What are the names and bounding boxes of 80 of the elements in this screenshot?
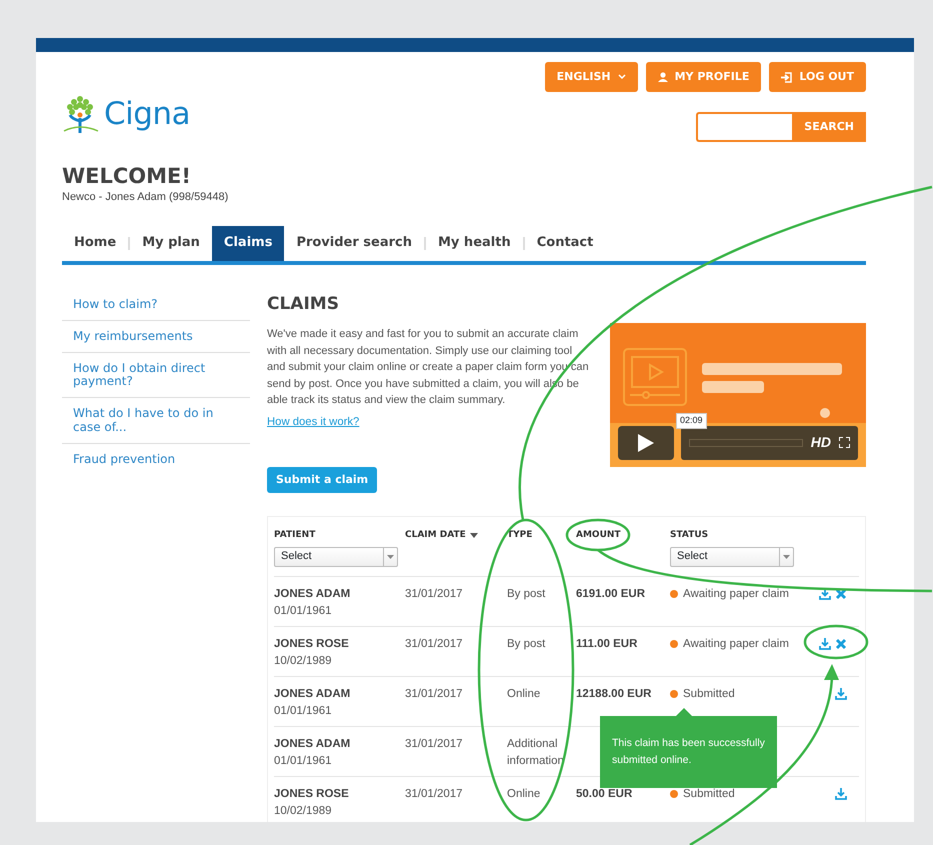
claim-amount: 111.00 EUR <box>576 638 638 650</box>
nav-tab[interactable]: Claims <box>212 226 284 261</box>
download-icon[interactable] <box>835 788 847 800</box>
claim-status: Awaiting paper claim <box>683 587 789 602</box>
column-header: STATUS <box>670 529 708 542</box>
sidebar-link[interactable]: My reimbursements <box>62 320 250 354</box>
nav-tab[interactable]: Contact <box>524 226 606 261</box>
status-dot <box>670 690 678 698</box>
caret-icon <box>387 555 394 560</box>
time-tooltip: 02:09 <box>676 413 707 429</box>
claim-type: Online <box>507 787 542 802</box>
claim-amount: 6191.00 EUR <box>576 588 646 600</box>
nav-tab[interactable]: Home <box>62 226 128 261</box>
patient-name: JONES ROSE <box>274 637 350 652</box>
logout-icon <box>781 72 792 82</box>
claim-status: Submitted <box>683 687 735 702</box>
close-icon[interactable] <box>835 638 847 650</box>
logo: Cigna <box>104 94 190 134</box>
sidebar-link[interactable]: How do I obtain direct payment? <box>62 353 250 398</box>
patient-name: JONES ADAM <box>274 737 352 752</box>
birth-date: 10/02/1989 <box>274 804 333 819</box>
search-button[interactable]: SEARCH <box>792 112 866 142</box>
column-header: TYPE <box>507 529 532 542</box>
claim-date: 31/01/2017 <box>405 688 463 700</box>
filter-dropdown[interactable]: Select <box>670 547 794 568</box>
nav-tab[interactable]: My plan <box>130 226 212 261</box>
claim-date: 31/01/2017 <box>405 638 463 650</box>
birth-date: 01/01/1961 <box>274 754 333 769</box>
download-icon[interactable] <box>819 588 831 600</box>
claim-type: By post <box>507 587 546 602</box>
sidebar-link[interactable]: How to claim? <box>62 288 250 321</box>
language-dropdown[interactable]: ENGLISH <box>544 62 638 92</box>
column-header[interactable]: CLAIM DATE <box>405 529 466 542</box>
claim-status: Submitted <box>683 787 735 802</box>
annotation-oval <box>804 624 868 660</box>
status-dot <box>670 790 678 798</box>
claim-type: By post <box>507 637 546 652</box>
profile-button[interactable]: MY PROFILE <box>646 62 762 92</box>
help-link[interactable]: How does it work? <box>267 416 360 428</box>
nav-tab[interactable]: My health <box>426 226 523 261</box>
birth-date: 01/01/1961 <box>274 604 333 619</box>
account-name: Newco - Jones Adam (998/59448) <box>62 190 230 206</box>
patient-name: JONES ADAM <box>274 687 352 702</box>
status-dot <box>670 640 678 648</box>
logout-button[interactable]: LOG OUT <box>769 62 866 92</box>
search-field[interactable] <box>696 112 792 142</box>
hd-label[interactable]: HD <box>810 432 831 454</box>
page-heading: CLAIMS <box>267 294 340 314</box>
fullscreen-icon <box>839 437 850 448</box>
caret-icon <box>783 555 790 560</box>
sidebar-link[interactable]: Fraud prevention <box>62 444 250 475</box>
sidebar-link[interactable]: What do I have to do in case of... <box>62 398 250 444</box>
status-dot <box>670 590 678 598</box>
claim-amount: 50.00 EUR <box>576 788 632 800</box>
submit-claim-button[interactable]: Submit a claim <box>267 466 378 494</box>
tree-logo-icon <box>62 93 100 135</box>
claim-status: Awaiting paper claim <box>683 637 789 652</box>
play-button[interactable] <box>618 426 674 460</box>
caret-icon <box>618 74 626 80</box>
claim-type: Online <box>507 687 542 702</box>
welcome-heading: WELCOME! <box>62 164 192 190</box>
nav-tab[interactable]: Provider search <box>284 226 424 261</box>
progress-track[interactable] <box>689 438 803 447</box>
play-icon <box>638 434 654 452</box>
download-icon[interactable] <box>819 638 831 650</box>
patient-name: JONES ROSE <box>274 787 350 802</box>
birth-date: 10/02/1989 <box>274 654 333 669</box>
column-header: PATIENT <box>274 529 316 542</box>
status-tooltip: This claim has been successfully submitted online. <box>600 716 777 788</box>
claim-date: 31/01/2017 <box>405 788 463 800</box>
close-icon[interactable] <box>835 588 847 600</box>
patient-name: JONES ADAM <box>274 587 352 602</box>
birth-date: 01/01/1961 <box>274 704 333 719</box>
person-icon <box>658 72 668 82</box>
claim-date: 31/01/2017 <box>405 588 463 600</box>
download-icon[interactable] <box>835 688 847 700</box>
filter-dropdown[interactable]: Select <box>274 547 398 568</box>
claim-date: 31/01/2017 <box>405 738 463 750</box>
column-header: AMOUNT <box>576 529 621 542</box>
claim-amount: 12188.00 EUR <box>576 688 652 700</box>
